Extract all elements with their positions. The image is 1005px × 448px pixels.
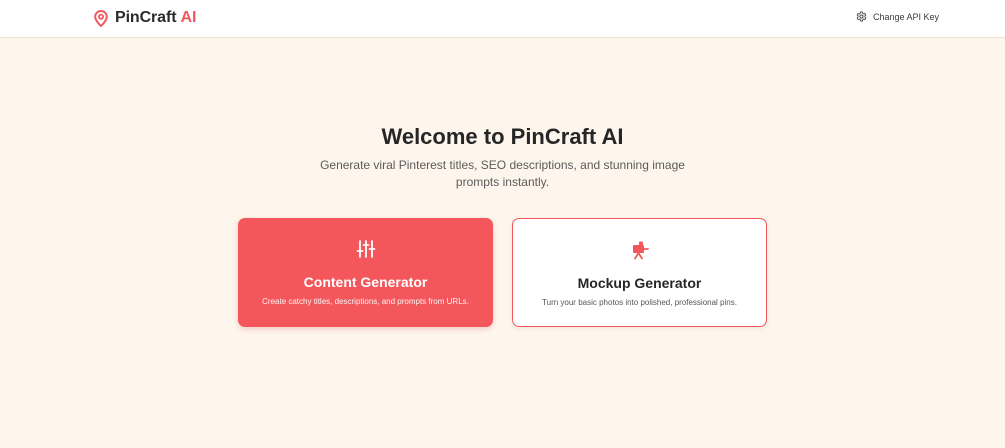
- brand-logo[interactable]: PinCraft AI: [94, 8, 196, 28]
- change-api-key-button[interactable]: Change API Key: [856, 11, 939, 22]
- brand-name-text: PinCraft AI: [115, 9, 196, 27]
- map-pin-icon: [94, 9, 108, 27]
- content-generator-description: Create catchy titles, descriptions, and …: [262, 297, 469, 306]
- mockup-generator-card[interactable]: Mockup Generator Turn your basic photos …: [512, 218, 767, 327]
- easel-icon: [632, 241, 649, 260]
- brand-suffix: AI: [180, 9, 197, 26]
- brand-name: PinCraft: [115, 9, 177, 26]
- content-generator-card[interactable]: Content Generator Create catchy titles, …: [238, 218, 493, 327]
- top-navigation-bar: PinCraft AI Change API Key: [0, 0, 1005, 38]
- content-generator-title: Content Generator: [303, 274, 428, 290]
- page-subtitle: Generate viral Pinterest titles, SEO des…: [320, 158, 685, 189]
- sliders-icon: [356, 240, 375, 258]
- mockup-generator-description: Turn your basic photos into polished, pr…: [542, 298, 737, 307]
- gear-icon: [856, 11, 867, 22]
- change-api-key-label: Change API Key: [872, 11, 939, 22]
- mockup-generator-title: Mockup Generator: [577, 275, 702, 291]
- page-title: Welcome to PinCraft AI: [381, 124, 624, 149]
